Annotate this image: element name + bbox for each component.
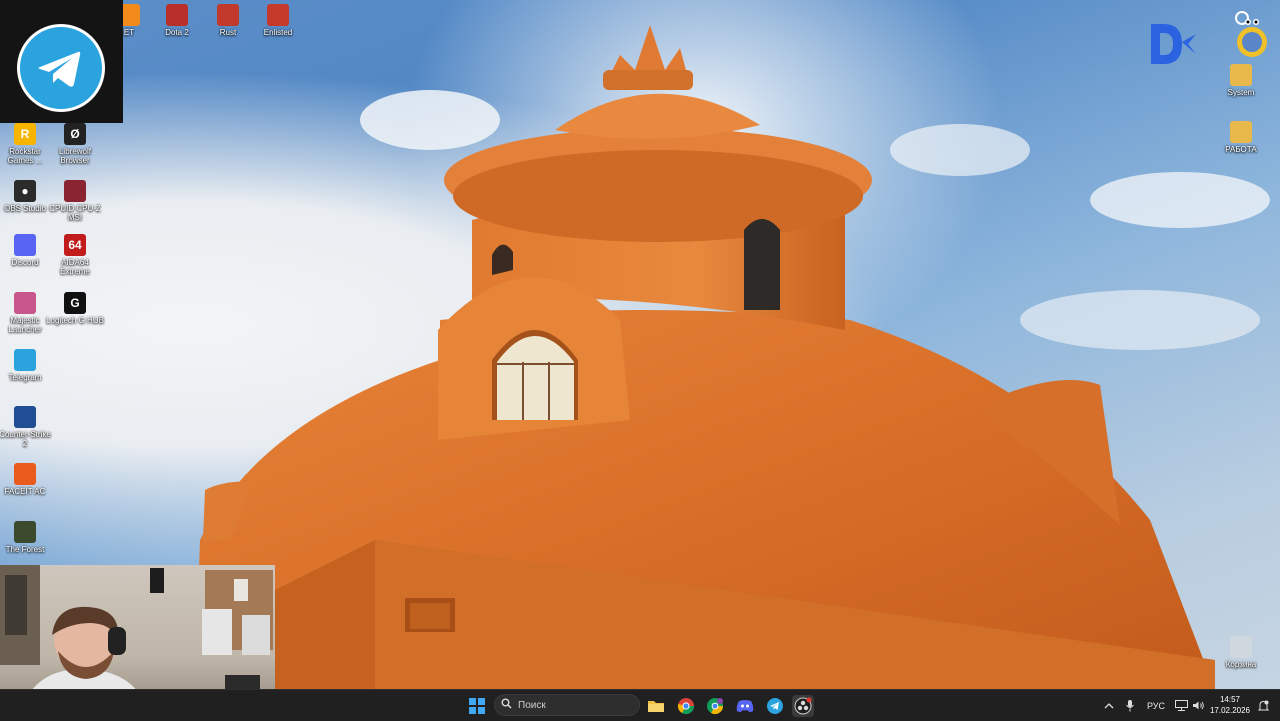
discord-icon[interactable] bbox=[734, 695, 756, 717]
clock-time: 14:57 bbox=[1219, 695, 1241, 704]
shortcut-label: The Forest bbox=[5, 545, 45, 554]
desktop_left-shortcut[interactable]: CPUID CPU-Z MSI bbox=[46, 180, 104, 222]
desktop_left-app-icon bbox=[14, 406, 36, 428]
desktop_left-app-icon bbox=[14, 463, 36, 485]
desktop_left-app-icon: R bbox=[14, 123, 36, 145]
shortcut-label: Counter-Strike 2 bbox=[0, 430, 51, 448]
shortcut-label: AIDA64 Extreme bbox=[60, 258, 90, 276]
tray-overflow-chevron-icon[interactable] bbox=[1100, 690, 1118, 721]
chrome-profile-icon[interactable] bbox=[704, 695, 726, 717]
obs-taskbar-icon[interactable] bbox=[792, 695, 814, 717]
shortcut-label: Dota 2 bbox=[165, 28, 189, 37]
clock-date: 17.02.2026 bbox=[1209, 706, 1251, 715]
start-button[interactable] bbox=[466, 695, 488, 717]
search-icon bbox=[501, 698, 512, 712]
desktop_right-app-icon bbox=[1230, 121, 1252, 143]
shortcut-label: Telegram bbox=[8, 373, 42, 382]
telegram-taskbar-icon[interactable] bbox=[764, 695, 786, 717]
shortcut-label: Librewolf Browser bbox=[58, 147, 91, 165]
desktop_right-app-icon bbox=[1230, 636, 1252, 658]
desktop_right-shortcut[interactable]: РАБОТА bbox=[1212, 121, 1270, 154]
notifications-bell-icon[interactable] bbox=[1255, 690, 1271, 721]
desktop_left-app-icon bbox=[14, 292, 36, 314]
desktop_left-app-icon bbox=[166, 4, 188, 26]
streamer-logo-d-icon bbox=[1148, 22, 1198, 66]
system-clock[interactable]: 14:57 17.02.2026 bbox=[1208, 694, 1252, 716]
taskbar-search[interactable]: Поиск bbox=[494, 694, 640, 716]
desktop_left-shortcut[interactable]: Telegram bbox=[0, 349, 54, 382]
shortcut-label: Logitech G HUB bbox=[46, 316, 104, 325]
desktop_right-shortcut[interactable]: System bbox=[1212, 64, 1270, 97]
desktop_right-shortcut[interactable]: Корзина bbox=[1212, 636, 1270, 669]
shortcut-label: System bbox=[1227, 88, 1255, 97]
search-placeholder: Поиск bbox=[518, 699, 546, 711]
desktop_left-app-icon bbox=[14, 234, 36, 256]
desktop_left-app-icon bbox=[267, 4, 289, 26]
desktop_left-app-icon: 64 bbox=[64, 234, 86, 256]
shortcut-label: CPUID CPU-Z MSI bbox=[49, 204, 101, 222]
taskbar: Поиск РУС 14:57 17.02.2026 bbox=[0, 689, 1280, 721]
desktop_left-shortcut[interactable]: 64 AIDA64 Extreme bbox=[46, 234, 104, 276]
desktop_left-shortcut[interactable]: FACEIT AC bbox=[0, 463, 54, 496]
weather-gadget-icon bbox=[1220, 8, 1272, 60]
desktop_left-shortcut[interactable]: Dota 2 bbox=[148, 4, 206, 37]
desktop_left-app-icon bbox=[14, 521, 36, 543]
desktop_left-app-icon: Ø bbox=[64, 123, 86, 145]
language-indicator[interactable]: РУС bbox=[1143, 690, 1169, 721]
shortcut-label: РАБОТА bbox=[1225, 145, 1257, 154]
chrome-icon[interactable] bbox=[675, 695, 697, 717]
desktop_left-shortcut[interactable]: Ø Librewolf Browser bbox=[46, 123, 104, 165]
desktop_left-shortcut[interactable]: Enlisted bbox=[249, 4, 307, 37]
volume-icon[interactable] bbox=[1190, 690, 1206, 721]
microphone-icon[interactable] bbox=[1122, 690, 1138, 721]
desktop_left-app-icon bbox=[217, 4, 239, 26]
telegram-overlay bbox=[0, 0, 123, 123]
telegram-logo bbox=[17, 24, 105, 112]
desktop_right-app-icon bbox=[1230, 64, 1252, 86]
shortcut-label: Корзина bbox=[1225, 660, 1257, 669]
desktop_left-app-icon: ● bbox=[14, 180, 36, 202]
network-icon[interactable] bbox=[1173, 690, 1189, 721]
desktop_left-app-icon bbox=[14, 349, 36, 371]
desktop_left-app-icon bbox=[64, 180, 86, 202]
desktop_left-shortcut[interactable]: Counter-Strike 2 bbox=[0, 406, 54, 448]
desktop_left-shortcut[interactable]: The Forest bbox=[0, 521, 54, 554]
desktop_left-app-icon: G bbox=[64, 292, 86, 314]
file-explorer-icon[interactable] bbox=[645, 695, 667, 717]
shortcut-label: Enlisted bbox=[263, 28, 293, 37]
desktop_left-shortcut[interactable]: G Logitech G HUB bbox=[46, 292, 104, 325]
shortcut-label: FACEIT AC bbox=[4, 487, 46, 496]
